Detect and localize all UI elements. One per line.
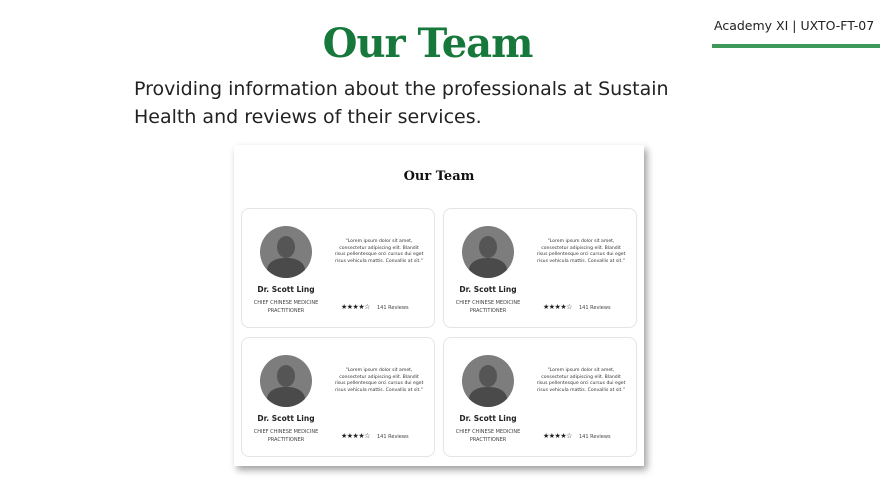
doctor-name: Dr. Scott Ling — [257, 285, 315, 294]
reviews-link[interactable]: 141 Reviews — [377, 305, 409, 311]
team-card[interactable]: Dr. Scott Ling CHIEF CHINESE MEDICINE PR… — [241, 208, 435, 328]
star-rating: ★★★★☆ — [341, 303, 370, 311]
reviews-link[interactable]: 141 Reviews — [377, 434, 409, 440]
doctor-photo — [260, 226, 312, 278]
reviews-link[interactable]: 141 Reviews — [579, 434, 611, 440]
doctor-name: Dr. Scott Ling — [257, 414, 315, 423]
doctor-name: Dr. Scott Ling — [459, 285, 517, 294]
team-card[interactable]: Dr. Scott Ling CHIEF CHINESE MEDICINE PR… — [443, 337, 637, 457]
doctor-photo — [462, 226, 514, 278]
doctor-photo — [260, 355, 312, 407]
team-page-mockup: Our Team Dr. Scott Ling CHIEF CHINESE ME… — [234, 145, 644, 466]
slide-subtitle: Providing information about the professi… — [134, 78, 669, 128]
doctor-role: CHIEF CHINESE MEDICINE PRACTITIONER — [253, 429, 319, 443]
doctor-role: CHIEF CHINESE MEDICINE PRACTITIONER — [253, 300, 319, 314]
doctor-role: CHIEF CHINESE MEDICINE PRACTITIONER — [455, 300, 521, 314]
star-rating: ★★★★☆ — [543, 432, 572, 440]
review-quote: "Lorem ipsum dolor sit amet, consectetur… — [536, 239, 626, 264]
team-card[interactable]: Dr. Scott Ling CHIEF CHINESE MEDICINE PR… — [443, 208, 637, 328]
review-quote: "Lorem ipsum dolor sit amet, consectetur… — [536, 368, 626, 393]
star-rating: ★★★★☆ — [543, 303, 572, 311]
review-quote: "Lorem ipsum dolor sit amet, consectetur… — [334, 368, 424, 393]
mockup-title: Our Team — [403, 169, 475, 184]
doctor-name: Dr. Scott Ling — [459, 414, 517, 423]
team-card[interactable]: Dr. Scott Ling CHIEF CHINESE MEDICINE PR… — [241, 337, 435, 457]
reviews-link[interactable]: 141 Reviews — [579, 305, 611, 311]
star-rating: ★★★★☆ — [341, 432, 370, 440]
doctor-photo — [462, 355, 514, 407]
doctor-role: CHIEF CHINESE MEDICINE PRACTITIONER — [455, 429, 521, 443]
slide-title: Our Team — [322, 20, 534, 67]
review-quote: "Lorem ipsum dolor sit amet, consectetur… — [334, 239, 424, 264]
